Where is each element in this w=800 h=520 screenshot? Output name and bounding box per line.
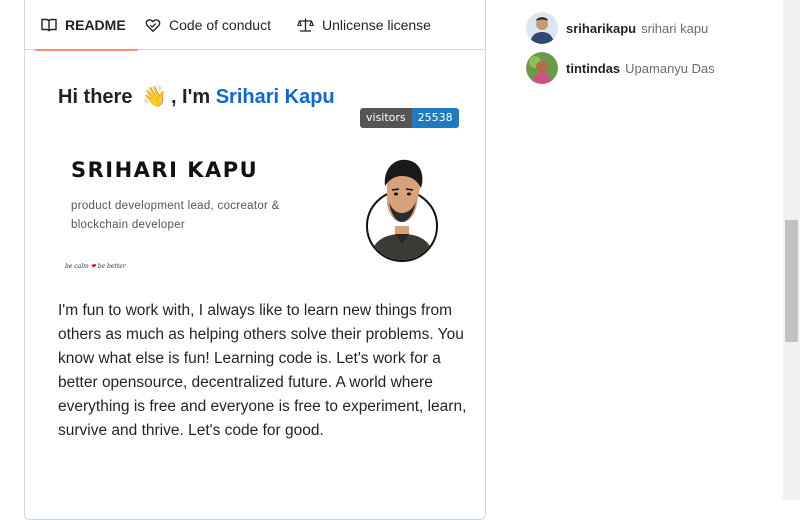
greeting-mid: , I'm bbox=[170, 86, 211, 108]
author-name-link[interactable]: Srihari Kapu bbox=[216, 86, 335, 108]
banner-signature-left: be calm bbox=[65, 263, 89, 270]
readme-heading: Hi there 👋, I'm Srihari Kapu bbox=[58, 84, 335, 109]
tab-code-of-conduct-label: Code of conduct bbox=[169, 17, 271, 33]
contributor-item[interactable]: sriharikapu srihari kapu bbox=[526, 11, 708, 45]
tab-license[interactable]: Unlicense license bbox=[297, 0, 431, 50]
book-icon bbox=[41, 18, 57, 32]
heart-icon: ❤ bbox=[90, 263, 96, 270]
banner-signature: be calm ❤ be better bbox=[65, 263, 126, 270]
readme-bio-paragraph: I'm fun to work with, I always like to l… bbox=[58, 302, 467, 439]
scrollbar-thumb[interactable] bbox=[785, 220, 798, 342]
readme-container: README Code of conduct Unlicense license… bbox=[24, 0, 486, 520]
tab-readme[interactable]: README bbox=[35, 0, 138, 51]
banner-signature-right: be better bbox=[97, 263, 126, 270]
portrait-illustration bbox=[366, 159, 438, 262]
contributor-name: Upamanyu Das bbox=[625, 60, 715, 76]
readme-tabs: README Code of conduct Unlicense license bbox=[25, 0, 485, 51]
heart-shield-icon bbox=[145, 19, 161, 32]
avatar[interactable] bbox=[526, 52, 558, 84]
scale-icon bbox=[297, 18, 314, 32]
greeting-prefix: Hi there bbox=[58, 86, 133, 108]
contributor-name: srihari kapu bbox=[641, 20, 709, 36]
contributor-login[interactable]: sriharikapu bbox=[566, 21, 636, 36]
page-scrollbar[interactable] bbox=[783, 0, 800, 500]
avatar[interactable] bbox=[526, 12, 558, 44]
tab-code-of-conduct[interactable]: Code of conduct bbox=[145, 0, 271, 50]
banner-name: SRIHARI KAPU bbox=[71, 158, 259, 182]
banner-role: product development lead, cocreator & bl… bbox=[71, 200, 280, 231]
visitors-badge-label: visitors bbox=[360, 108, 412, 128]
contributor-login[interactable]: tintindas bbox=[566, 61, 620, 76]
visitors-badge-count: 25538 bbox=[411, 108, 459, 128]
tab-license-label: Unlicense license bbox=[322, 17, 431, 33]
waving-hand-icon: 👋 bbox=[142, 86, 167, 108]
contributor-item[interactable]: tintindas Upamanyu Das bbox=[526, 51, 715, 85]
tab-readme-label: README bbox=[65, 17, 126, 33]
visitors-badge[interactable]: visitors 25538 bbox=[360, 108, 459, 128]
